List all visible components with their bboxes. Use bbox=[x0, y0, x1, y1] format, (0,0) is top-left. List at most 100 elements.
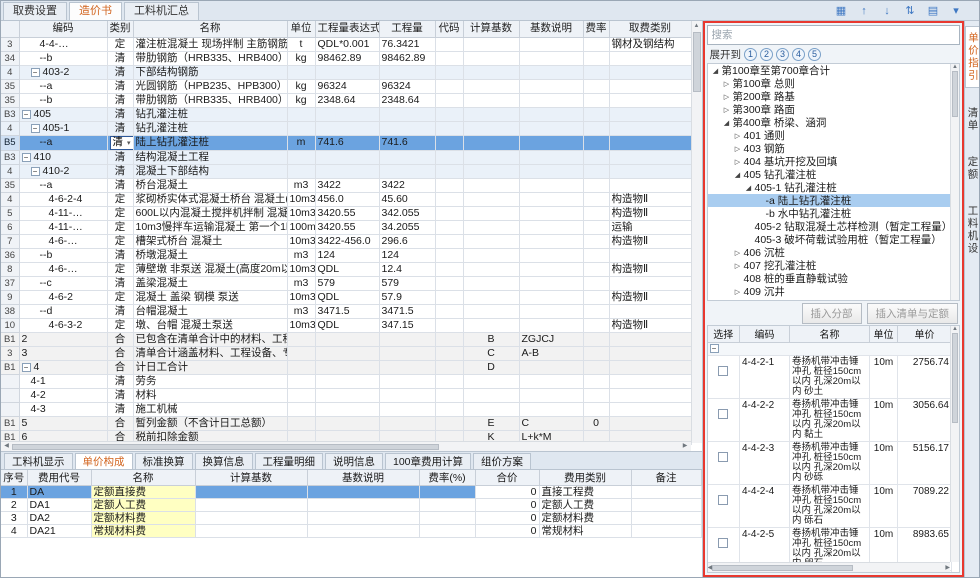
rate-cell[interactable] bbox=[583, 37, 609, 51]
calc-base-cell[interactable] bbox=[463, 262, 519, 276]
fee-base-cell[interactable] bbox=[195, 524, 307, 537]
code-cell[interactable]: --b bbox=[19, 248, 107, 262]
rate-cell[interactable] bbox=[583, 107, 609, 121]
row-number-cell[interactable]: B5 bbox=[1, 135, 19, 150]
calc-base-cell[interactable] bbox=[463, 51, 519, 65]
code-cell[interactable]: --a bbox=[19, 135, 107, 150]
result-select-cell[interactable] bbox=[708, 355, 740, 398]
result-select-cell[interactable] bbox=[708, 484, 740, 527]
code-col-cell[interactable] bbox=[435, 220, 463, 234]
unit-cell[interactable]: 10m3 bbox=[287, 262, 315, 276]
fee-base-desc-cell[interactable] bbox=[307, 485, 419, 498]
code-col-cell[interactable] bbox=[435, 248, 463, 262]
code-col-cell[interactable] bbox=[435, 346, 463, 360]
code-col-cell[interactable] bbox=[435, 318, 463, 332]
unit-cell[interactable]: m3 bbox=[287, 248, 315, 262]
main-grid-hscrollbar[interactable]: ◀ ▶ bbox=[1, 441, 691, 451]
bottom-tab[interactable]: 工料机显示 bbox=[4, 453, 73, 469]
name-cell[interactable]: 钻孔灌注桩 bbox=[133, 121, 287, 135]
unit-cell[interactable]: kg bbox=[287, 79, 315, 93]
unit-cell[interactable]: kg bbox=[287, 51, 315, 65]
fee-class-cell[interactable] bbox=[609, 276, 691, 290]
base-desc-cell[interactable] bbox=[519, 290, 583, 304]
code-cell[interactable]: --a bbox=[19, 178, 107, 192]
bottom-tab[interactable]: 标准换算 bbox=[135, 453, 193, 469]
calc-base-cell[interactable] bbox=[463, 276, 519, 290]
row-number-cell[interactable]: 35 bbox=[1, 93, 19, 107]
calc-base-cell[interactable] bbox=[463, 107, 519, 121]
qty-expression-cell[interactable]: 579 bbox=[315, 276, 379, 290]
base-desc-cell[interactable] bbox=[519, 402, 583, 416]
qty-expression-cell[interactable] bbox=[315, 374, 379, 388]
qty-expression-cell[interactable] bbox=[315, 164, 379, 178]
category-cell[interactable]: 定 bbox=[107, 290, 133, 304]
quantity-cell[interactable] bbox=[379, 65, 435, 79]
fee-name-cell[interactable]: 常规材料费 bbox=[91, 524, 195, 537]
result-name-cell[interactable]: 卷扬机带冲击锤冲孔 桩径150cm以内 孔深20m以内 砂土 bbox=[790, 355, 870, 398]
base-desc-cell[interactable] bbox=[519, 374, 583, 388]
qty-expression-cell[interactable] bbox=[315, 332, 379, 346]
name-cell[interactable]: 灌注桩混凝土 现场拌制 主筋钢筋笼筒连接 bbox=[133, 37, 287, 51]
quantity-cell[interactable] bbox=[379, 164, 435, 178]
name-cell[interactable]: 混凝土 盖梁 钢模 泵送 bbox=[133, 290, 287, 304]
tree-scroll-up-icon[interactable]: ▲ bbox=[951, 64, 959, 70]
side-tab[interactable]: 清单 bbox=[966, 102, 979, 137]
code-cell[interactable]: −403-2 bbox=[19, 65, 107, 79]
row-number-cell[interactable]: 37 bbox=[1, 276, 19, 290]
qty-expression-cell[interactable]: 98462.89 bbox=[315, 51, 379, 65]
qty-expression-cell[interactable] bbox=[315, 360, 379, 374]
quantity-cell[interactable]: 347.15 bbox=[379, 318, 435, 332]
quantity-cell[interactable] bbox=[379, 332, 435, 346]
unit-cell[interactable] bbox=[287, 402, 315, 416]
fee-class-cell[interactable]: 钢材及钢结构 bbox=[609, 37, 691, 51]
code-col-cell[interactable] bbox=[435, 234, 463, 248]
qty-expression-cell[interactable]: 3422-456.0 bbox=[315, 234, 379, 248]
rate-cell[interactable] bbox=[583, 150, 609, 164]
code-col-cell[interactable] bbox=[435, 206, 463, 220]
fee-note-cell[interactable] bbox=[631, 485, 701, 498]
fee-class-cell[interactable]: 构造物Ⅱ bbox=[609, 262, 691, 276]
fee-class-cell[interactable] bbox=[609, 332, 691, 346]
unit-cell[interactable]: m bbox=[287, 135, 315, 150]
qty-expression-cell[interactable]: QDL bbox=[315, 290, 379, 304]
row-number-cell[interactable]: B3 bbox=[1, 150, 19, 164]
unit-cell[interactable]: m3 bbox=[287, 304, 315, 318]
bottom-tab[interactable]: 换算信息 bbox=[195, 453, 253, 469]
unit-cell[interactable]: kg bbox=[287, 93, 315, 107]
code-cell[interactable]: --c bbox=[19, 276, 107, 290]
quantity-cell[interactable] bbox=[379, 107, 435, 121]
row-number-cell[interactable]: 5 bbox=[1, 206, 19, 220]
results-vscroll-thumb[interactable] bbox=[952, 333, 958, 423]
expand-level-button[interactable]: 1 bbox=[744, 48, 757, 61]
result-name-cell[interactable]: 卷扬机带冲击锤冲孔 桩径150cm以内 孔深20m以内 黏土 bbox=[790, 398, 870, 441]
code-col-cell[interactable] bbox=[435, 388, 463, 402]
fee-category-cell[interactable]: 定额材料费 bbox=[539, 511, 631, 524]
columns-icon[interactable]: ▦ bbox=[834, 4, 848, 18]
name-cell[interactable]: 结构混凝土工程 bbox=[133, 150, 287, 164]
base-desc-cell[interactable] bbox=[519, 178, 583, 192]
fee-class-cell[interactable] bbox=[609, 135, 691, 150]
name-cell[interactable]: 清单合计涵盖材料、工程设备、专业工… bbox=[133, 346, 287, 360]
base-desc-cell[interactable] bbox=[519, 234, 583, 248]
row-number-cell[interactable]: 35 bbox=[1, 79, 19, 93]
fee-base-desc-cell[interactable] bbox=[307, 524, 419, 537]
code-col-cell[interactable] bbox=[435, 416, 463, 430]
fee-class-cell[interactable] bbox=[609, 360, 691, 374]
row-number-cell[interactable]: B1 bbox=[1, 416, 19, 430]
fee-class-cell[interactable]: 构造物Ⅱ bbox=[609, 206, 691, 220]
qty-expression-cell[interactable]: 3471.5 bbox=[315, 304, 379, 318]
hscroll-thumb[interactable] bbox=[12, 444, 439, 450]
base-desc-cell[interactable]: A-B bbox=[519, 346, 583, 360]
fee-code-cell[interactable]: DA2 bbox=[27, 511, 91, 524]
code-col-cell[interactable] bbox=[435, 79, 463, 93]
name-cell[interactable]: 桥台混凝土 bbox=[133, 178, 287, 192]
bottom-tab[interactable]: 100章费用计算 bbox=[385, 453, 471, 469]
calc-base-cell[interactable] bbox=[463, 248, 519, 262]
rate-cell[interactable] bbox=[583, 318, 609, 332]
category-cell[interactable]: 清 bbox=[107, 107, 133, 121]
code-col-cell[interactable] bbox=[435, 150, 463, 164]
result-code-cell[interactable]: 4-4-2-2 bbox=[740, 398, 790, 441]
fee-class-cell[interactable] bbox=[609, 79, 691, 93]
code-col-cell[interactable] bbox=[435, 304, 463, 318]
fee-class-cell[interactable] bbox=[609, 388, 691, 402]
